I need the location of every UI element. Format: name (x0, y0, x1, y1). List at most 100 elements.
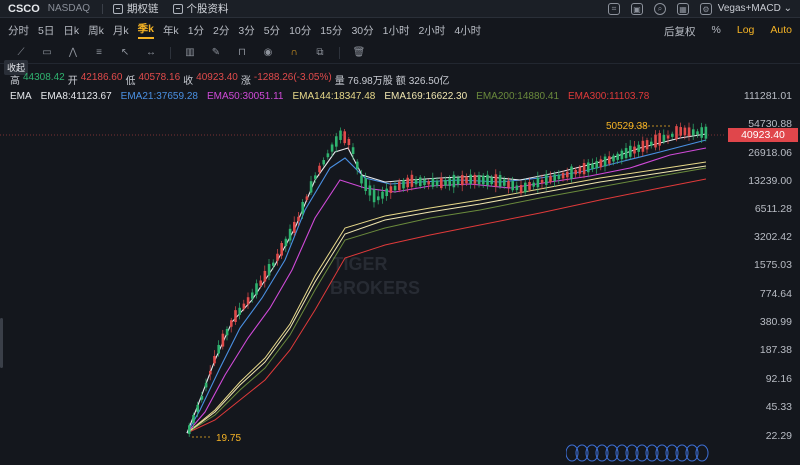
price-axis[interactable]: 111281.01 54730.88 26918.06 13239.00 651… (724, 84, 800, 444)
candle-body (347, 138, 351, 146)
tab-period-16[interactable]: 4小时 (454, 23, 481, 38)
tab-period-7[interactable]: 1分 (188, 23, 204, 38)
grid-icon[interactable]: ▦ (677, 3, 689, 15)
fib-icon[interactable]: ≡ (92, 47, 106, 58)
trash-icon[interactable]: 🗑 (352, 47, 366, 58)
pencil-icon[interactable]: ✎ (209, 47, 223, 58)
candle-body (364, 178, 367, 191)
tab-period-12[interactable]: 15分 (320, 23, 342, 38)
tab-period-5[interactable]: 季k (137, 21, 154, 39)
symbol-ticker[interactable]: CSCO (8, 3, 40, 15)
tab-period-14[interactable]: 1小时 (383, 23, 410, 38)
change-label: 涨 (240, 76, 251, 87)
indicator-select[interactable]: Vegas+MACD ⌄ (718, 3, 792, 14)
candle-body (204, 382, 208, 388)
gear-icon[interactable]: ⚙ (700, 3, 712, 15)
tab-period-1[interactable]: 5日 (38, 23, 54, 38)
tab-period-4[interactable]: 月k (113, 23, 129, 38)
candle-body (452, 174, 456, 188)
candle-body (482, 175, 485, 185)
axis-tick: 45.33 (765, 401, 792, 413)
candle-body (372, 189, 376, 203)
candle-body (393, 185, 397, 191)
chevron-down-icon: ⌄ (783, 3, 792, 14)
price-chart[interactable]: TIGER BROKERS 50529.38 19.75 (0, 100, 724, 460)
top-bar: CSCO NASDAQ 期权链 个股资料 ⌗ ▣ ⌕ ▦ ⚙ Vegas+MAC… (0, 0, 800, 18)
candle-body (524, 182, 527, 193)
chart-icon[interactable]: ⌗ (608, 3, 620, 15)
ema144-line (186, 161, 707, 434)
axis-tick: 774.64 (759, 288, 792, 300)
tab-period-10[interactable]: 5分 (264, 23, 280, 38)
candle-body (557, 174, 561, 180)
measure-icon[interactable]: ↔ (144, 47, 158, 58)
bar-chart-icon[interactable]: ▥ (183, 47, 197, 58)
divider (102, 3, 104, 14)
tab-period-6[interactable]: 年k (163, 23, 179, 38)
candle-body (675, 126, 678, 140)
amount-value: 326.50亿 (408, 76, 450, 87)
tab-period-2[interactable]: 日k (63, 23, 79, 38)
open-value: 42186.60 (80, 72, 123, 83)
candle-body (549, 175, 552, 182)
exchange-label: NASDAQ (47, 3, 91, 14)
candle-body (356, 161, 359, 169)
candle-body (671, 133, 674, 137)
candle-body (498, 174, 502, 187)
close-label: 收 (183, 76, 194, 87)
candle-body (658, 133, 661, 146)
candle-body (692, 129, 695, 136)
tab-period-8[interactable]: 2分 (213, 23, 229, 38)
axis-tick: 6511.28 (754, 203, 792, 215)
log-toggle[interactable]: Log (737, 24, 755, 39)
candle-body (587, 162, 590, 173)
tab-period-11[interactable]: 10分 (289, 23, 311, 38)
candle-body (666, 135, 670, 139)
tab-period-3[interactable]: 周k (88, 23, 104, 38)
change-value: -1288.26(-3.05%) (253, 72, 332, 83)
tab-period-9[interactable]: 3分 (238, 23, 254, 38)
rectangle-icon[interactable]: ▭ (40, 47, 54, 58)
candle-body (612, 155, 615, 162)
auto-toggle[interactable]: Auto (770, 24, 792, 39)
timeline-scroller[interactable] (566, 444, 716, 462)
lock-icon[interactable]: ⊓ (235, 47, 249, 58)
option-chain-link[interactable]: 期权链 (113, 1, 159, 16)
trendline-icon[interactable]: ⟋ (14, 47, 28, 58)
tab-period-0[interactable]: 分时 (8, 23, 29, 38)
tab-period-13[interactable]: 30分 (351, 23, 373, 38)
candle-body (540, 179, 544, 183)
candle-body (351, 147, 355, 155)
magnet-icon[interactable]: ∩ (287, 47, 301, 58)
stock-profile-label: 个股资料 (186, 3, 229, 15)
candle-body (545, 174, 548, 185)
candle-body (650, 141, 653, 146)
pattern-icon[interactable]: ⋀ (66, 47, 80, 58)
candle-body (511, 181, 514, 191)
open-label: 开 (67, 76, 78, 87)
candle-body (192, 414, 195, 424)
candle-body (280, 243, 283, 256)
candle-body (616, 153, 619, 160)
arrow-icon[interactable]: ↖ (118, 47, 132, 58)
candle-body (633, 146, 636, 154)
current-price-tag: 40923.40 (728, 128, 798, 142)
axis-tick: 92.16 (765, 373, 792, 385)
percent-toggle[interactable]: % (712, 24, 721, 39)
ohlc-info: 高 44308.42 开 42186.60 低 40578.16 收 40923… (10, 72, 449, 87)
stock-profile-link[interactable]: 个股资料 (172, 1, 229, 16)
eye-icon[interactable]: ◉ (261, 47, 275, 58)
candle-body (687, 127, 691, 137)
image-icon[interactable]: ▣ (631, 3, 643, 15)
tab-period-15[interactable]: 2小时 (418, 23, 445, 38)
search-icon[interactable]: ⌕ (654, 3, 666, 15)
candle-body (255, 283, 258, 295)
candle-body (574, 169, 577, 175)
candle-body (423, 179, 426, 186)
copy-icon[interactable]: ⧉ (313, 47, 327, 58)
document-icon (172, 3, 183, 14)
candle-body (305, 196, 309, 200)
adjust-select[interactable]: 后复权 (664, 24, 696, 39)
watermark-brokers: BROKERS (330, 278, 420, 298)
axis-tick: 111281.01 (743, 90, 792, 102)
